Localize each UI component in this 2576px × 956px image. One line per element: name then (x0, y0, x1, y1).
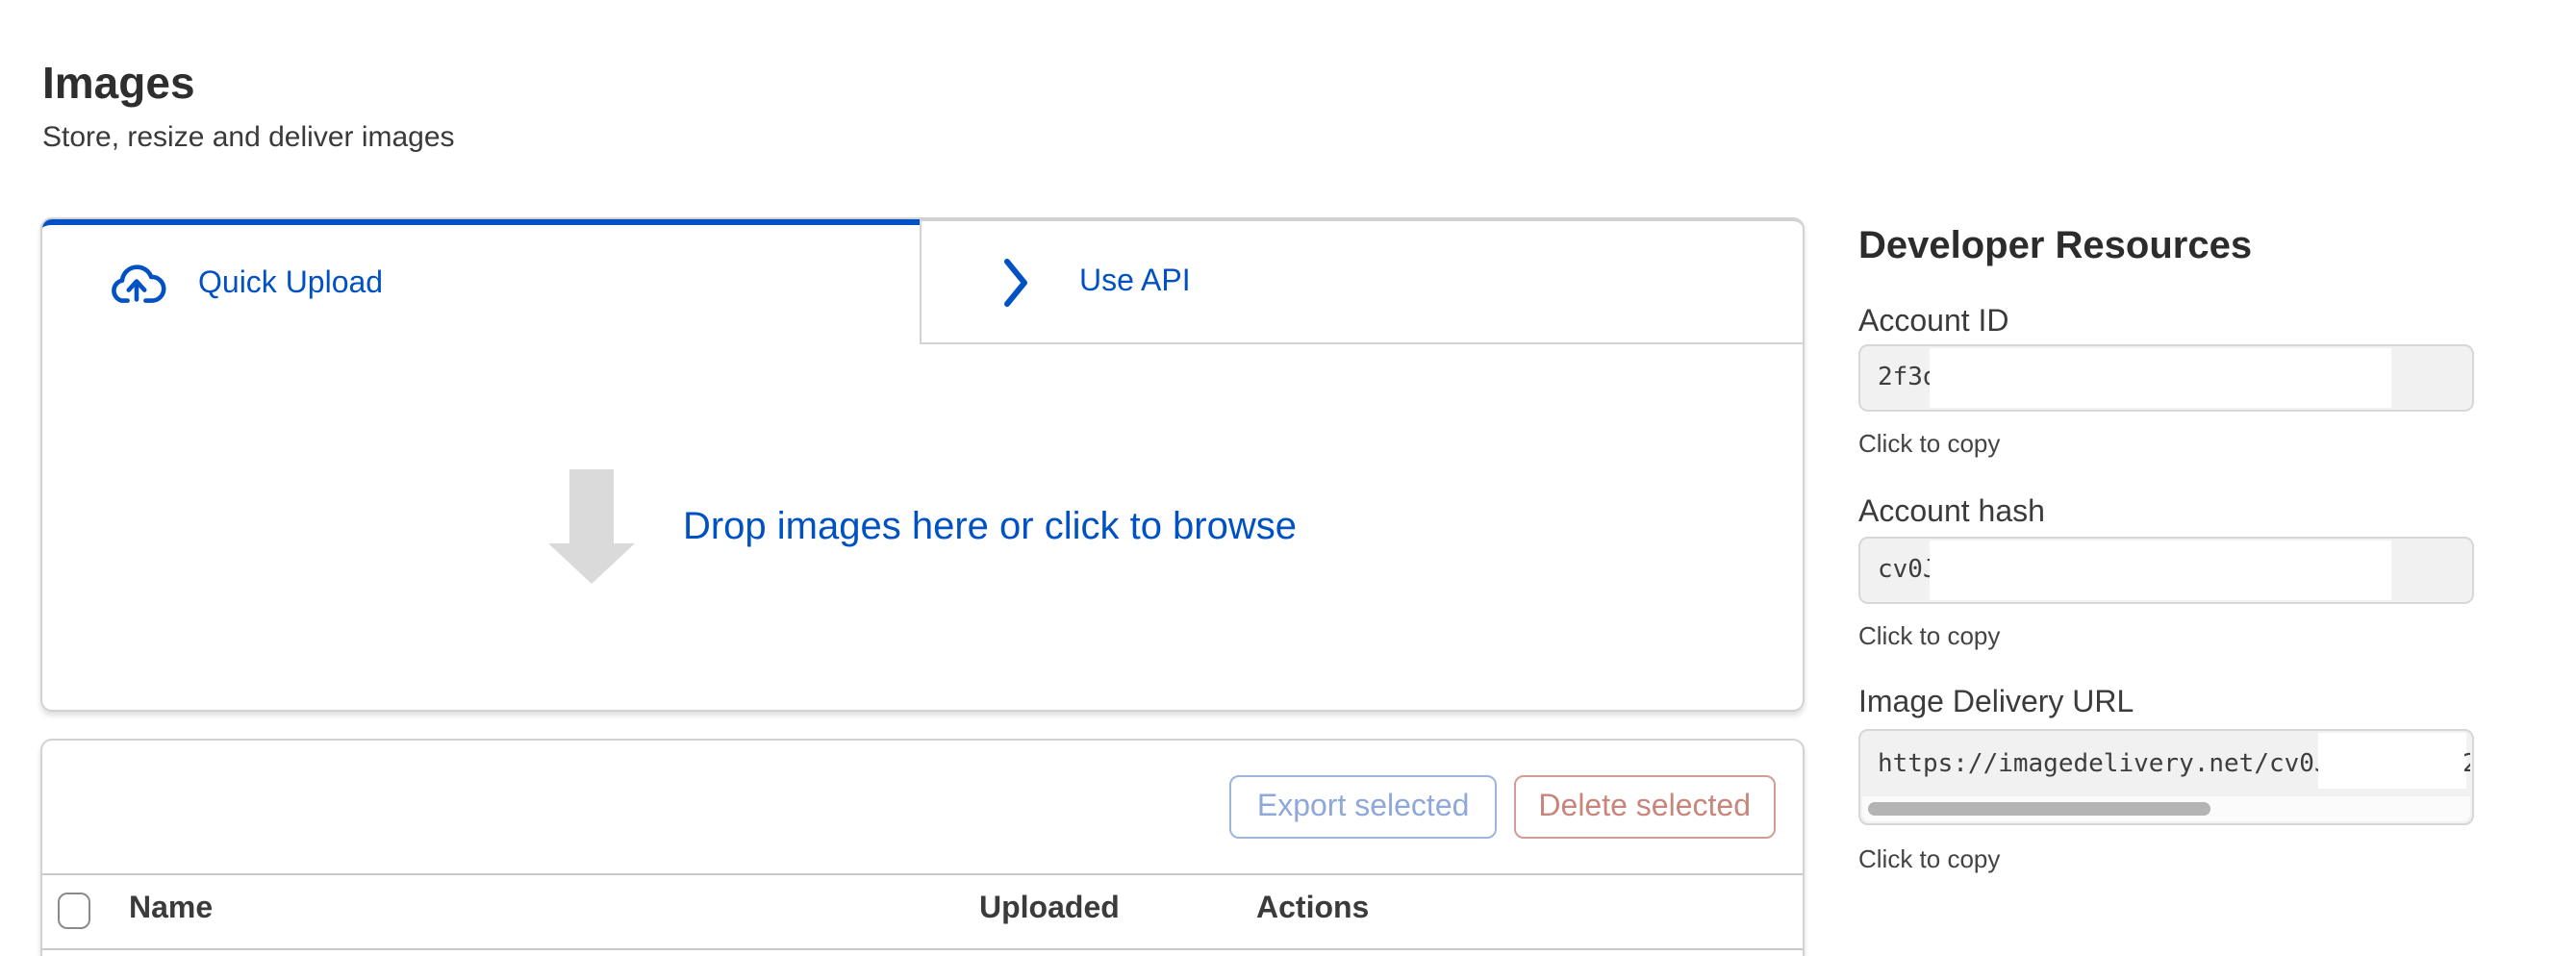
account-id-label: Account ID (1858, 306, 2009, 340)
delete-selected-button[interactable]: Delete selected (1513, 775, 1776, 839)
column-header-name: Name (129, 893, 213, 927)
upload-panel: Quick Upload Use API Drop images here or… (40, 217, 1805, 712)
chevron-right-icon (1000, 255, 1031, 309)
images-dashboard-page: Images Store, resize and deliver images … (0, 0, 2576, 954)
image-delivery-url-copy-hint[interactable]: Click to copy (1858, 844, 2000, 873)
horizontal-scrollbar[interactable] (1862, 796, 2470, 821)
developer-resources-heading: Developer Resources (1858, 225, 2252, 269)
select-all-checkbox[interactable] (58, 893, 90, 929)
tab-quick-upload[interactable]: Quick Upload (42, 219, 920, 344)
scrollbar-thumb[interactable] (1868, 802, 2210, 816)
account-hash-label: Account hash (1858, 496, 2045, 531)
redaction-overlay (2318, 733, 2466, 789)
column-header-uploaded: Uploaded (979, 893, 1120, 927)
image-delivery-url-label: Image Delivery URL (1858, 687, 2134, 721)
table-header-row: Name Uploaded Actions (42, 873, 1803, 950)
clipped-character: 2 (2462, 750, 2470, 781)
account-id-copy-hint[interactable]: Click to copy (1858, 429, 2000, 458)
redaction-overlay (1930, 541, 2391, 600)
image-delivery-url-value: https://imagedelivery.net/cv0JS (1878, 750, 2344, 779)
tab-use-api-label: Use API (1079, 264, 1191, 299)
redaction-overlay (1930, 348, 2391, 408)
tab-strip: Quick Upload Use API (42, 219, 1803, 344)
cloud-upload-icon (106, 264, 167, 306)
account-hash-copy-hint[interactable]: Click to copy (1858, 621, 2000, 650)
image-dropzone[interactable]: Drop images here or click to browse (42, 344, 1803, 710)
tab-quick-upload-label: Quick Upload (198, 267, 383, 302)
column-header-actions: Actions (1256, 893, 1369, 927)
account-id-field[interactable]: 2f3d (1858, 344, 2474, 412)
account-hash-field[interactable]: cv0J (1858, 537, 2474, 604)
page-title: Images (42, 58, 195, 110)
export-selected-button[interactable]: Export selected (1230, 775, 1497, 839)
tab-use-api[interactable]: Use API (920, 219, 1803, 344)
dropzone-text: Drop images here or click to browse (683, 505, 1297, 549)
arrow-down-icon (548, 469, 635, 585)
developer-resources-section: Developer Resources Account ID 2f3d Clic… (1858, 225, 2493, 954)
page-subtitle: Store, resize and deliver images (42, 121, 455, 154)
table-toolbar: Export selected Delete selected (42, 741, 1803, 873)
image-delivery-url-field[interactable]: https://imagedelivery.net/cv0JS 2 (1858, 729, 2474, 825)
image-table-card: Export selected Delete selected Name Upl… (40, 739, 1805, 956)
